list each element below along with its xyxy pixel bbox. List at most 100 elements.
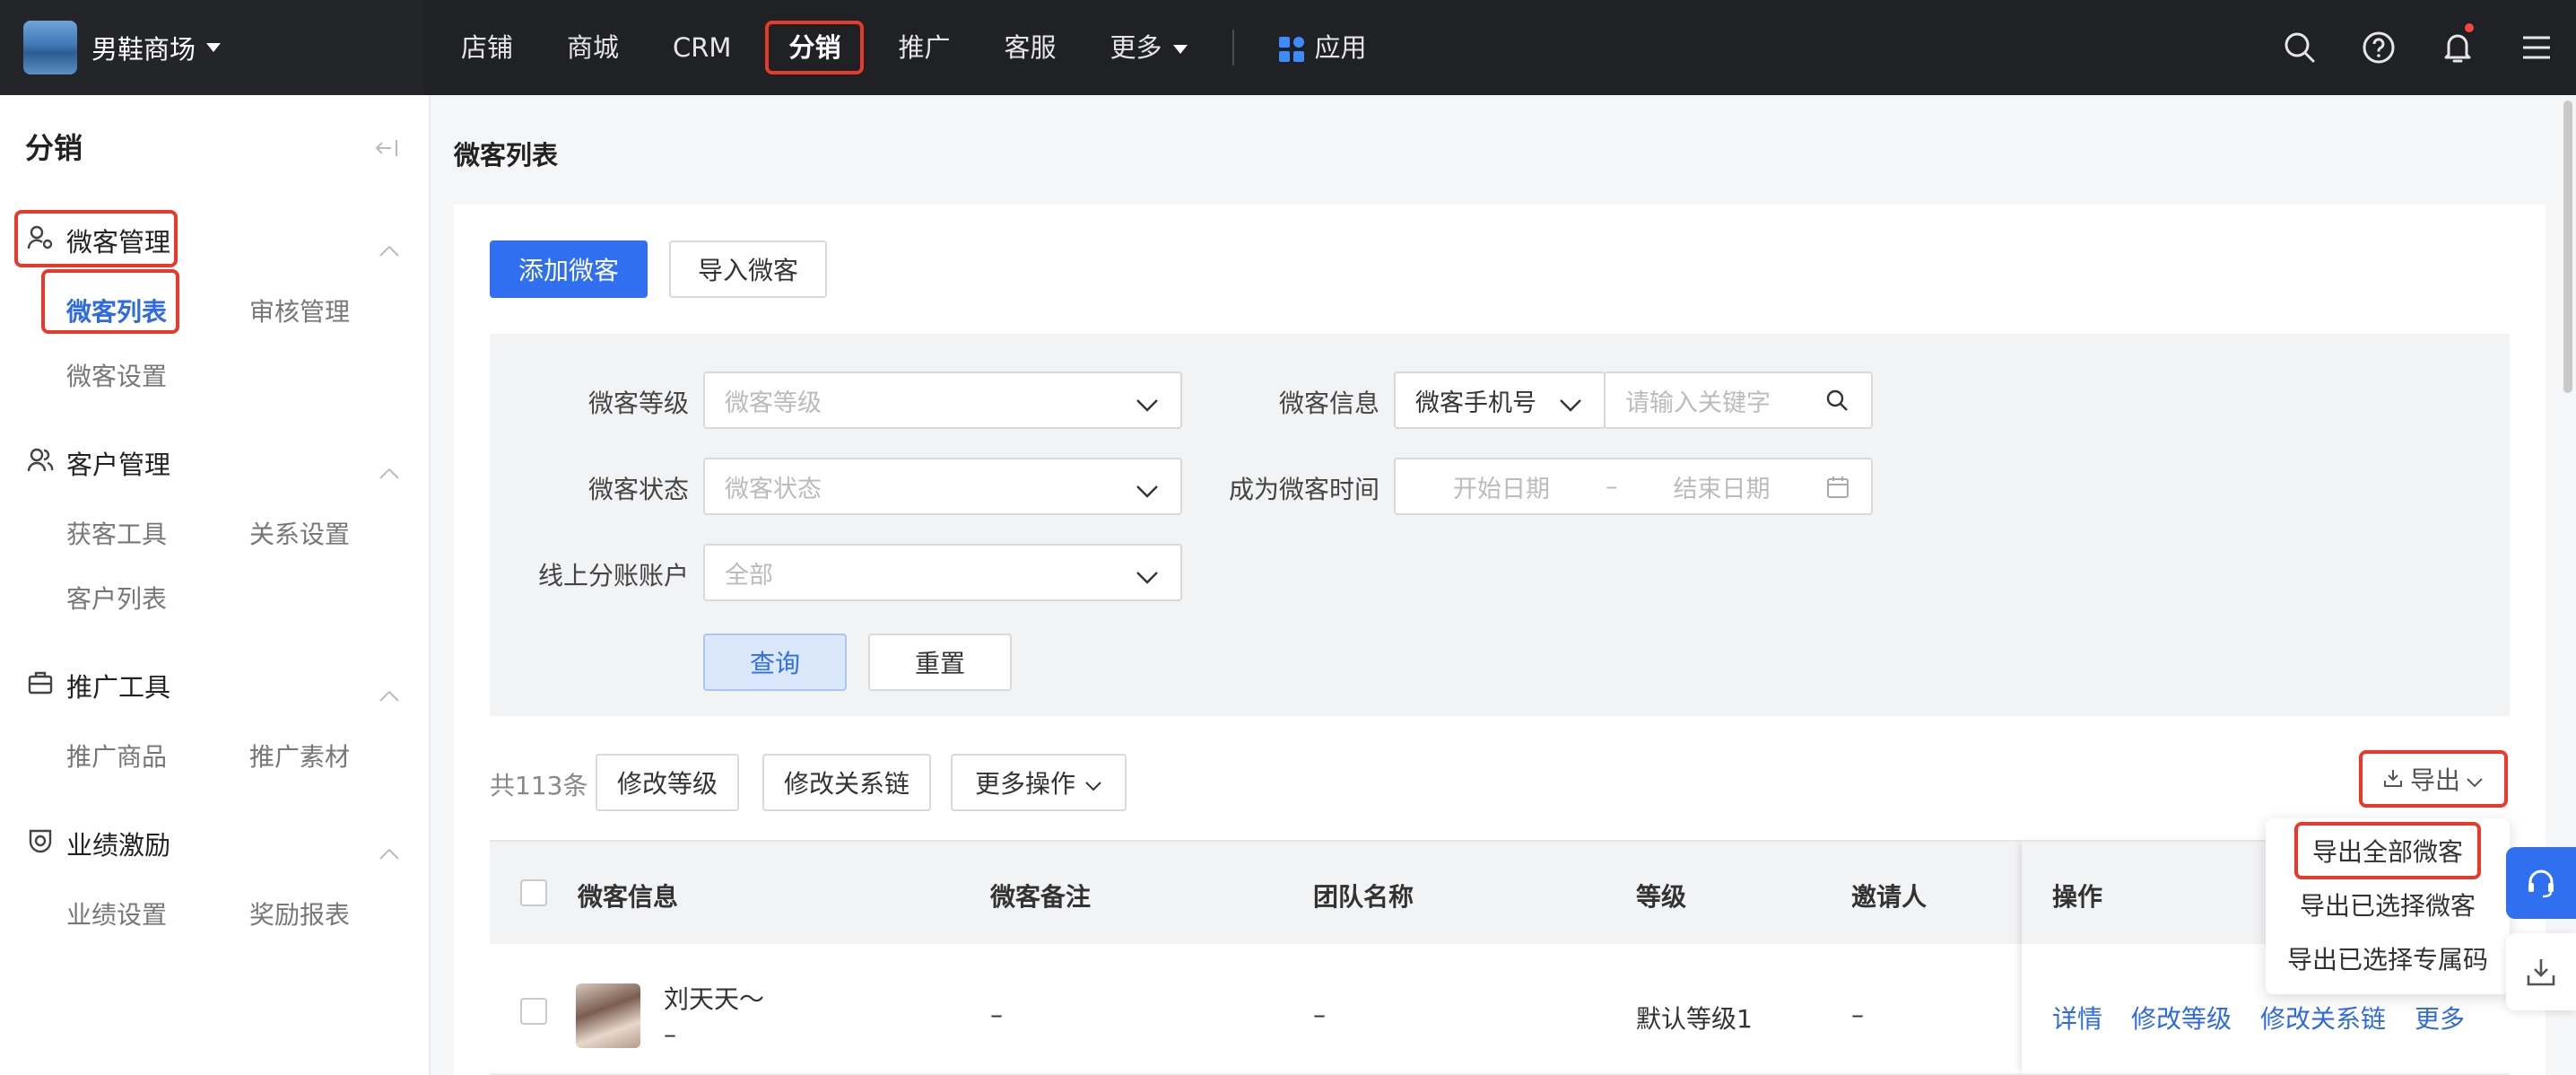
inviter: – [1851, 1000, 1864, 1029]
sidebar: 分销 微客管理 微客列表 审核管理 微客设置 客户管理 获客工具 关系设置 客户… [0, 95, 431, 1075]
keyword-input[interactable]: 请输入关键字 [1604, 371, 1873, 429]
reset-button[interactable]: 重置 [868, 634, 1012, 691]
chevron-up-icon [379, 836, 400, 867]
sidebar-group-customers-header[interactable]: 客户管理 [0, 434, 431, 492]
column-header-inviter: 邀请人 [1851, 882, 1928, 912]
export-selected-codes-item[interactable]: 导出已选择专属码 [2266, 940, 2510, 976]
sidebar-group-incentives-header[interactable]: 业绩激励 [0, 815, 431, 872]
nav-store[interactable]: 店铺 [434, 21, 540, 74]
sidebar-item-reward-report[interactable]: 奖励报表 [249, 896, 350, 931]
calendar-icon [1826, 476, 1849, 505]
nav-crm[interactable]: CRM [646, 21, 758, 74]
menu-icon[interactable] [2497, 0, 2576, 95]
nav-service[interactable]: 客服 [977, 21, 1083, 74]
weike-name: 刘天天～ [664, 984, 765, 1014]
nav-apps-label: 应用 [1314, 32, 1367, 63]
nav-mall[interactable]: 商城 [540, 21, 646, 74]
shop-switcher[interactable]: 男鞋商场 [0, 0, 423, 95]
headset-icon [2528, 870, 2554, 898]
apps-grid-icon [1278, 37, 1304, 62]
sidebar-group-customers: 客户管理 [0, 434, 431, 492]
chevron-down-icon [1136, 391, 1159, 419]
search-icon[interactable] [1824, 388, 1849, 419]
weike-remark: – [990, 1000, 1003, 1029]
start-date-placeholder: 开始日期 [1453, 475, 1550, 503]
shop-name: 男鞋商场 [91, 34, 196, 65]
status-filter-label: 微客状态 [587, 475, 689, 504]
nav-more[interactable]: 更多 [1083, 21, 1214, 74]
sidebar-item-relation-settings[interactable]: 关系设置 [249, 515, 350, 551]
sidebar-title: 分销 [25, 131, 83, 165]
info-type-select[interactable]: 微客手机号 [1394, 371, 1606, 429]
modify-level-button[interactable]: 修改等级 [596, 754, 739, 811]
page-title: 微客列表 [454, 140, 559, 170]
export-label: 导出 [2409, 765, 2460, 795]
export-selected-weike-item[interactable]: 导出已选择微客 [2266, 887, 2510, 922]
download-center-button[interactable] [2506, 933, 2576, 1010]
main-nav: 店铺 商城 CRM 分销 推广 客服 更多 应用 [434, 0, 1394, 95]
sidebar-item-promo-products[interactable]: 推广商品 [66, 738, 167, 773]
status-select[interactable]: 微客状态 [703, 458, 1182, 515]
collapse-sidebar-icon[interactable] [375, 135, 398, 164]
query-button[interactable]: 查询 [703, 634, 847, 691]
top-right-tools [2260, 0, 2576, 95]
level-filter-label: 微客等级 [587, 389, 689, 418]
notification-dot [2465, 23, 2474, 32]
download-icon [2527, 959, 2555, 986]
avatar [576, 983, 640, 1048]
column-header-level: 等级 [1636, 882, 1687, 912]
total-count: 共113条 [490, 771, 588, 800]
nav-apps[interactable]: 应用 [1252, 21, 1394, 74]
export-button[interactable]: 导出 [2359, 750, 2508, 808]
users-icon [27, 447, 54, 480]
sidebar-group-promo-tools: 推广工具 [0, 657, 431, 714]
sidebar-item-acquire-tools[interactable]: 获客工具 [66, 515, 167, 551]
medal-icon [27, 827, 54, 861]
import-weike-button[interactable]: 导入微客 [669, 240, 827, 298]
sidebar-item-weike-settings[interactable]: 微客设置 [66, 357, 167, 393]
top-navigation-bar: 男鞋商场 店铺 商城 CRM 分销 推广 客服 更多 应用 [0, 0, 2576, 95]
sidebar-item-review[interactable]: 审核管理 [249, 293, 350, 328]
scrollbar[interactable] [2563, 101, 2572, 393]
chevron-down-icon [1136, 477, 1159, 505]
weike-level: 默认等级1 [1636, 1004, 1753, 1034]
chevron-down-icon [1136, 564, 1159, 591]
date-range-picker[interactable]: 开始日期 – 结束日期 [1394, 458, 1873, 515]
nav-divider [1231, 30, 1234, 66]
chevron-down-icon [2466, 765, 2484, 794]
end-date-placeholder: 结束日期 [1673, 475, 1771, 503]
sidebar-group-label: 业绩激励 [66, 830, 171, 861]
sidebar-item-promo-materials[interactable]: 推广素材 [249, 738, 350, 773]
chevron-down-icon [1084, 768, 1102, 798]
caret-down-icon [206, 43, 222, 52]
customer-service-button[interactable] [2506, 847, 2576, 919]
team-name: – [1313, 1000, 1326, 1029]
modify-chain-button[interactable]: 修改关系链 [762, 754, 931, 811]
bell-icon[interactable] [2418, 0, 2497, 95]
info-filter-label: 微客信息 [1278, 389, 1379, 418]
sidebar-group-promo-tools-header[interactable]: 推广工具 [0, 657, 431, 714]
weike-subinfo: – [664, 1019, 676, 1049]
help-icon[interactable] [2339, 0, 2418, 95]
caret-down-icon [1172, 45, 1188, 54]
sidebar-item-performance-settings[interactable]: 业绩设置 [66, 896, 167, 931]
column-header-info: 微客信息 [578, 882, 679, 912]
info-type-value: 微客手机号 [1415, 389, 1536, 417]
more-operations-label: 更多操作 [974, 769, 1075, 799]
row-checkbox[interactable] [520, 998, 547, 1025]
status-select-placeholder: 微客状态 [725, 475, 822, 503]
sidebar-item-customer-list[interactable]: 客户列表 [66, 580, 167, 616]
chevron-up-icon [379, 678, 400, 709]
select-all-checkbox[interactable] [520, 879, 547, 906]
column-header-remark: 微客备注 [990, 882, 1092, 912]
level-select[interactable]: 微客等级 [703, 371, 1182, 429]
more-operations-button[interactable]: 更多操作 [951, 754, 1127, 811]
level-select-placeholder: 微客等级 [725, 389, 822, 417]
download-icon [2383, 765, 2403, 794]
nav-distribution[interactable]: 分销 [765, 21, 865, 74]
nav-promotion[interactable]: 推广 [871, 21, 977, 74]
account-select[interactable]: 全部 [703, 544, 1182, 601]
add-weike-button[interactable]: 添加微客 [490, 240, 648, 298]
date-range-separator: – [1606, 472, 1618, 501]
search-icon[interactable] [2260, 0, 2339, 95]
